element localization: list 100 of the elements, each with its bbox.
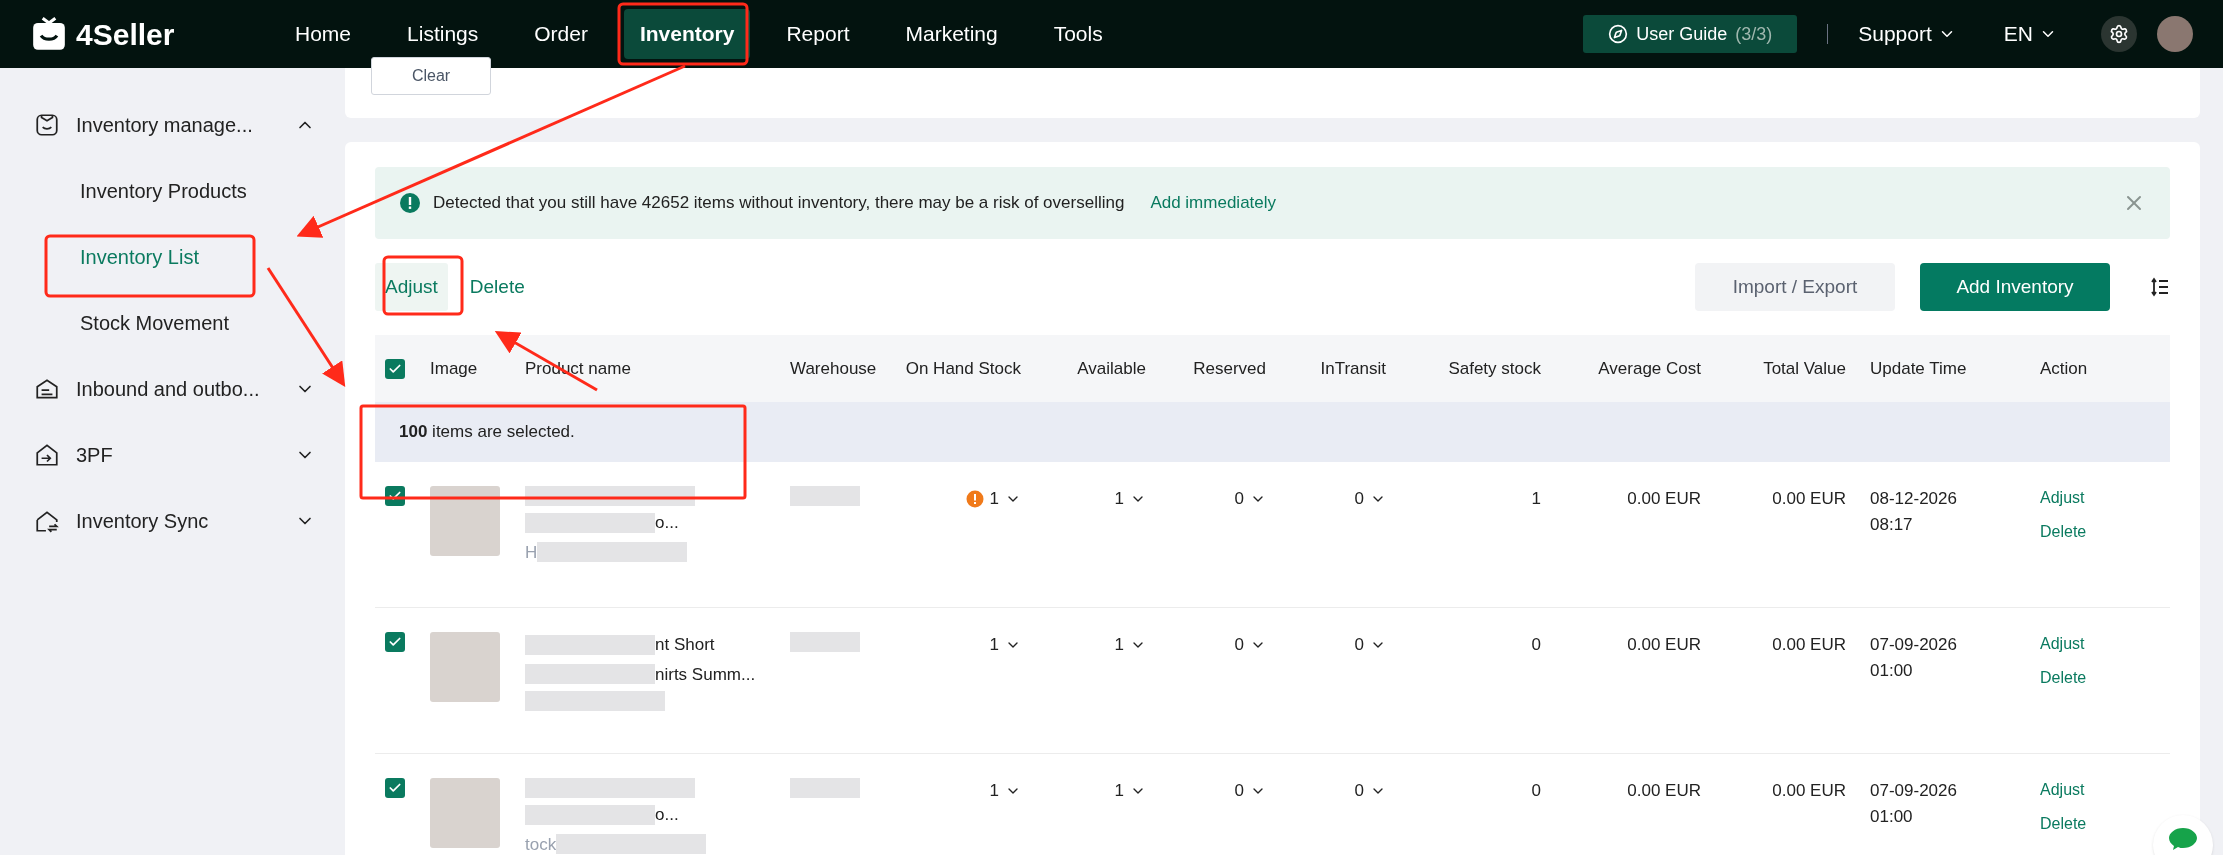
nav-tab[interactable]: Inventory xyxy=(623,9,751,59)
shopping-bag-logo-icon xyxy=(30,15,68,53)
checkbox[interactable] xyxy=(385,358,405,379)
column-header: Average Cost xyxy=(1597,357,1702,380)
user-guide-button[interactable]: User Guide (3/3) xyxy=(1583,15,1798,53)
brand-name: 4Seller xyxy=(76,16,175,53)
nav-tab[interactable]: Order xyxy=(514,9,608,59)
product-name-text: nirts Summ... xyxy=(655,663,756,686)
column-header: InTransit xyxy=(1319,357,1387,380)
compass-icon xyxy=(1608,24,1629,44)
stock-value[interactable]: 1 xyxy=(989,778,999,804)
sidebar-item[interactable]: Inventory List xyxy=(34,224,315,290)
stock-value[interactable]: 1 xyxy=(989,486,999,512)
product-subtext: H xyxy=(525,541,538,564)
product-name-text: o... xyxy=(655,804,679,826)
update-time-text: 01:00 xyxy=(1870,805,1914,828)
nav-tab[interactable]: Home xyxy=(275,9,372,59)
support-menu[interactable]: Support xyxy=(1858,18,1956,50)
house-icon xyxy=(34,442,60,468)
check-icon xyxy=(388,781,402,795)
average-cost-value: 0.00 EUR xyxy=(1626,634,1702,656)
nav-tab[interactable]: Report xyxy=(766,9,870,59)
stock-value[interactable]: 1 xyxy=(1114,778,1124,804)
nav-tab[interactable]: Listings xyxy=(387,9,499,59)
update-time-text: 07-09-2026 xyxy=(1870,634,1958,656)
clear-button[interactable]: Clear xyxy=(371,57,491,95)
stock-value[interactable]: 0 xyxy=(1234,778,1244,804)
blurred-text xyxy=(790,486,860,506)
column-settings-icon[interactable] xyxy=(2150,277,2170,297)
chat-bubble-icon xyxy=(2168,827,2198,851)
stock-value[interactable]: 1 xyxy=(989,632,999,658)
check-icon xyxy=(388,635,402,649)
nav-tab[interactable]: Marketing xyxy=(885,9,1018,59)
nav-tab[interactable]: Tools xyxy=(1033,9,1123,59)
photo-placeholder xyxy=(430,632,500,702)
column-header: On Hand Stock xyxy=(904,357,1022,380)
settings-button[interactable] xyxy=(2101,16,2137,52)
product-name-text: nt Short xyxy=(655,634,715,656)
selection-count-text: 100 items are selected. xyxy=(399,421,575,444)
row-action-link[interactable]: Adjust xyxy=(2040,778,2085,802)
row-action-link[interactable]: Delete xyxy=(2040,520,2087,544)
bulk-action-button[interactable]: Adjust xyxy=(375,263,448,311)
alert-message: Detected that you still have 42652 items without inventory, there may be a risk of overselling xyxy=(433,192,1125,215)
stock-value[interactable]: 0 xyxy=(1234,632,1244,658)
bulk-action-button[interactable]: Delete xyxy=(459,263,535,311)
checkbox[interactable] xyxy=(385,486,405,506)
stock-value[interactable]: 1 xyxy=(1114,486,1124,512)
update-time-text: 01:00 xyxy=(1870,659,1914,682)
row-action-link[interactable]: Delete xyxy=(2040,812,2087,836)
stock-value[interactable]: 1 xyxy=(1114,632,1124,658)
row-action-link[interactable]: Adjust xyxy=(2040,486,2085,510)
column-header: Update Time xyxy=(1869,357,1968,380)
average-cost-value: 0.00 EUR xyxy=(1626,780,1702,802)
settings-icon xyxy=(2109,24,2129,44)
average-cost-value: 0.00 EUR xyxy=(1626,488,1702,510)
column-header: Action xyxy=(2039,357,2089,380)
update-time-text: 08-12-2026 xyxy=(1870,488,1958,510)
sidebar-item[interactable]: Stock Movement xyxy=(34,290,315,356)
total-value: 0.00 EUR xyxy=(1771,488,1847,510)
total-value: 0.00 EUR xyxy=(1771,634,1847,656)
user-guide-count: (3/3) xyxy=(1735,22,1773,46)
sidebar-group[interactable]: Inventory Sync xyxy=(34,488,315,554)
column-header: Total Value xyxy=(1762,357,1847,380)
checkbox[interactable] xyxy=(385,778,405,798)
safety-stock-value: 1 xyxy=(1530,488,1542,510)
update-time-text: 07-09-2026 xyxy=(1870,780,1958,802)
stock-value[interactable]: 0 xyxy=(1354,632,1364,658)
import-export-button[interactable]: Import / Export xyxy=(1695,263,1895,311)
stock-value[interactable]: 0 xyxy=(1354,778,1364,804)
column-header: Image xyxy=(429,357,479,380)
safety-stock-value: 0 xyxy=(1530,634,1542,656)
add-inventory-button[interactable]: Add Inventory xyxy=(1920,263,2110,311)
sidebar-group[interactable]: Inbound and outbo... xyxy=(34,356,315,422)
add-immediately-link[interactable]: Add immediately xyxy=(1150,190,1277,216)
warning-icon xyxy=(965,489,984,508)
sidebar-group[interactable]: Inventory manage... xyxy=(34,92,315,158)
photo-placeholder xyxy=(430,486,500,556)
language-menu[interactable]: EN xyxy=(2003,18,2057,50)
column-header: Available xyxy=(1076,357,1147,380)
product-name-text: o... xyxy=(655,512,679,534)
user-guide-label: User Guide xyxy=(1636,22,1728,46)
stock-value[interactable]: 0 xyxy=(1234,486,1244,512)
checkbox[interactable] xyxy=(385,632,405,652)
safety-stock-value: 0 xyxy=(1530,780,1542,802)
update-time-text: 08:17 xyxy=(1870,513,1914,536)
row-action-link[interactable]: Adjust xyxy=(2040,632,2085,656)
sidebar-group[interactable]: 3PF xyxy=(34,422,315,488)
blurred-text xyxy=(790,632,860,652)
stock-value[interactable]: 0 xyxy=(1354,486,1364,512)
exclamation-icon xyxy=(399,192,421,214)
box-icon xyxy=(34,112,60,138)
column-header: Safety stock xyxy=(1447,357,1542,380)
blurred-text xyxy=(790,778,860,798)
photo-placeholder xyxy=(430,778,500,848)
row-action-link[interactable]: Delete xyxy=(2040,666,2087,690)
sidebar-item[interactable]: Inventory Products xyxy=(34,158,315,224)
product-subtext: tock xyxy=(525,833,557,855)
avatar[interactable] xyxy=(2157,16,2193,52)
column-header: Warehouse xyxy=(789,357,878,380)
column-header: Reserved xyxy=(1192,357,1267,380)
